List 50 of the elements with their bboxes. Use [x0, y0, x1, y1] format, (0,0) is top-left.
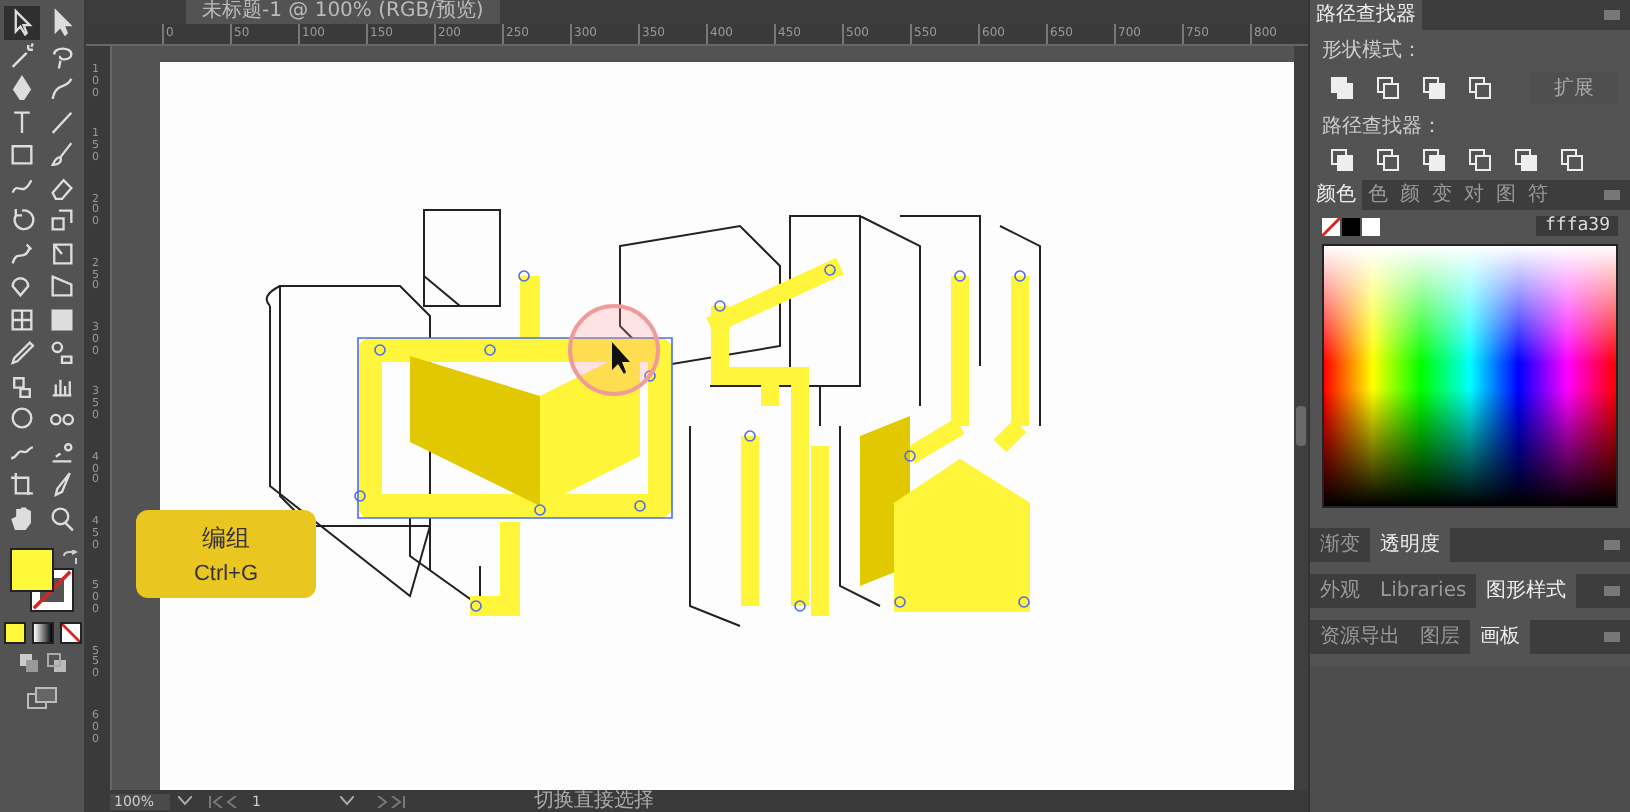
draw-behind-icon[interactable] — [45, 652, 67, 674]
screen-mode-icon[interactable] — [26, 686, 58, 710]
tooltip-title: 编组 — [202, 522, 250, 556]
panel-tab[interactable]: 颜 — [1394, 180, 1426, 210]
panel-tab[interactable]: 颜色 — [1310, 180, 1362, 210]
none-mode-icon[interactable] — [59, 622, 81, 644]
document-tab[interactable]: 未标题-1 @ 100% (RGB/预览) — [186, 0, 500, 24]
pathfinder-icon[interactable] — [1422, 148, 1446, 172]
draw-normal-icon[interactable] — [17, 652, 39, 674]
pathfinder-icon[interactable] — [1376, 148, 1400, 172]
panel-tab[interactable]: 透明度 — [1370, 528, 1450, 562]
none-swatch-icon[interactable] — [1322, 217, 1340, 235]
panel-tab[interactable]: Libraries — [1370, 574, 1477, 608]
pathfinder-tab[interactable]: 路径查找器 — [1310, 0, 1422, 30]
panel-tab[interactable]: 画板 — [1470, 620, 1530, 654]
panel-tab[interactable]: 资源导出 — [1310, 620, 1410, 654]
swap-icon[interactable] — [62, 550, 78, 566]
panel-tab[interactable]: 对 — [1458, 180, 1490, 210]
panel-tab[interactable]: 渐变 — [1310, 528, 1370, 562]
color-swatch[interactable] — [1342, 217, 1360, 235]
panel-tab[interactable]: 符 — [1522, 180, 1554, 210]
panel-tab[interactable]: 变 — [1426, 180, 1458, 210]
hex-field[interactable]: fffa39 — [1536, 216, 1618, 236]
pathfinder-icon[interactable] — [1468, 148, 1492, 172]
color-mode-icon[interactable] — [3, 622, 25, 644]
pathfinder-icon[interactable] — [1330, 148, 1354, 172]
color-swatch[interactable] — [1362, 217, 1380, 235]
artwork-drawing[interactable] — [265, 209, 1041, 627]
panel-tab[interactable]: 外观 — [1310, 574, 1370, 608]
shape-mode-icon[interactable] — [1422, 76, 1446, 100]
dropdown-icon[interactable] — [178, 796, 192, 806]
pathfinder-icon[interactable] — [1514, 148, 1538, 172]
gradient-mode-icon[interactable] — [31, 622, 53, 644]
shape-mode-icon[interactable] — [1376, 76, 1400, 100]
select-tool-icon[interactable] — [4, 6, 40, 39]
dropdown-icon[interactable] — [340, 796, 354, 806]
panel-tab[interactable]: 色 — [1362, 180, 1394, 210]
panel-tab[interactable]: 图层 — [1410, 620, 1470, 654]
status-message: 切换直接选择 — [534, 790, 654, 812]
tooltip-shortcut: Ctrl+G — [193, 562, 259, 586]
fill-swatch[interactable] — [10, 548, 54, 592]
pathfinders-label: 路径查找器： — [1322, 113, 1444, 140]
shape-mode-icon[interactable] — [1330, 76, 1354, 100]
shape-mode-icon[interactable] — [1468, 76, 1492, 100]
pathfinder-icon[interactable] — [1560, 148, 1584, 172]
panel-tab[interactable]: 图 — [1490, 180, 1522, 210]
panel-tab[interactable]: 图形样式 — [1476, 574, 1577, 608]
color-spectrum[interactable] — [1322, 244, 1618, 508]
vertical-scrollbar[interactable] — [1294, 46, 1308, 790]
shape-modes-label: 形状模式： — [1322, 37, 1424, 64]
